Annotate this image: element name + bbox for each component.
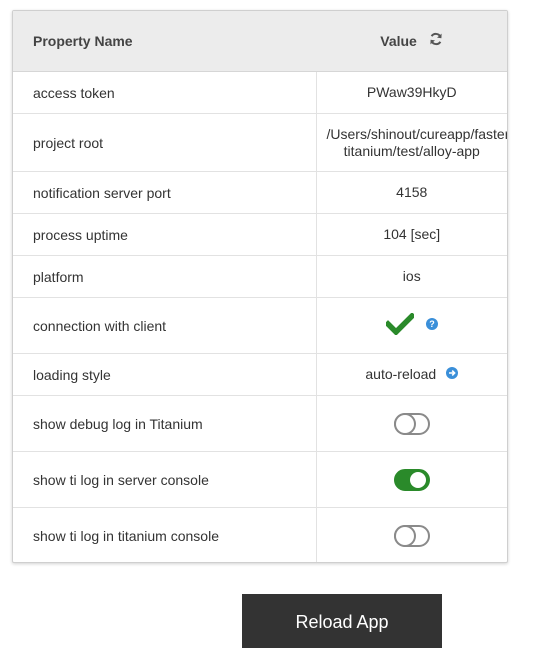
row-name: show ti log in server console: [13, 451, 317, 508]
row-value: ?: [316, 297, 507, 354]
header-value-label: Value: [380, 32, 417, 49]
row-name: platform: [13, 255, 317, 298]
row-value: 4158: [316, 171, 507, 214]
table-row: show debug log in Titanium: [13, 395, 507, 452]
row-name: project root: [13, 113, 317, 172]
row-value: [316, 451, 507, 508]
question-icon[interactable]: ?: [425, 317, 438, 334]
toggle-knob: [395, 526, 414, 545]
row-value: /Users/shinout/cureapp/faster-titanium/t…: [316, 113, 507, 172]
debug-log-titanium-toggle[interactable]: [393, 412, 430, 435]
ti-log-titanium-console-toggle[interactable]: [393, 524, 430, 547]
row-name: connection with client: [13, 297, 317, 354]
reload-app-button[interactable]: Reload App: [242, 594, 442, 648]
row-name: process uptime: [13, 213, 317, 256]
ti-log-server-console-toggle[interactable]: [393, 468, 430, 491]
row-value: auto-reload: [316, 353, 507, 396]
header-value: Value: [316, 11, 507, 72]
table-header-row: Property Name Value: [13, 11, 507, 72]
checkmark-icon: [383, 311, 416, 339]
svg-text:?: ?: [429, 319, 435, 329]
row-value: ios: [316, 255, 507, 298]
table-row: loading style auto-reload: [13, 353, 507, 396]
properties-panel: Property Name Value access token PWaw39H…: [12, 10, 508, 563]
table-row: show ti log in titanium console: [13, 507, 507, 563]
row-value: PWaw39HkyD: [316, 71, 507, 114]
properties-table: Property Name Value access token PWaw39H…: [13, 11, 507, 563]
toggle-knob: [409, 471, 426, 488]
row-name: show ti log in titanium console: [13, 507, 317, 562]
table-row: platform ios: [13, 255, 507, 298]
loading-style-value: auto-reload: [365, 365, 437, 382]
refresh-icon[interactable]: [429, 32, 443, 49]
row-value: [316, 508, 507, 563]
row-value: [316, 395, 507, 452]
row-name: loading style: [13, 353, 317, 396]
row-name: access token: [13, 71, 317, 114]
row-name: show debug log in Titanium: [13, 395, 317, 452]
arrow-right-circle-icon[interactable]: [446, 366, 459, 383]
table-row: access token PWaw39HkyD: [13, 71, 507, 114]
table-row: connection with client ?: [13, 297, 507, 354]
table-row: project root /Users/shinout/cureapp/fast…: [13, 113, 507, 172]
toggle-knob: [395, 414, 414, 433]
header-property-name: Property Name: [13, 11, 316, 72]
row-value: 104 [sec]: [316, 213, 507, 256]
table-row: process uptime 104 [sec]: [13, 213, 507, 256]
table-row: show ti log in server console: [13, 451, 507, 508]
table-row: notification server port 4158: [13, 171, 507, 214]
row-name: notification server port: [13, 171, 317, 214]
